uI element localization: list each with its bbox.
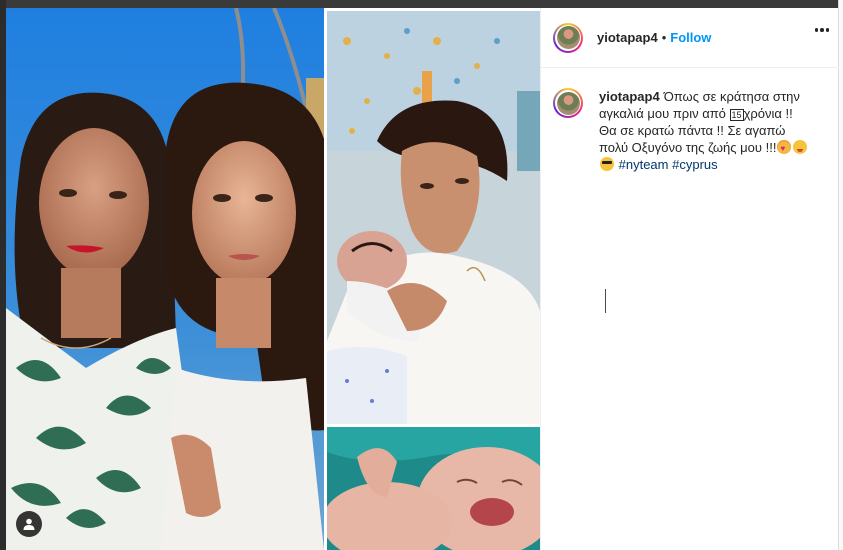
post-header: yiotapap4 • Follow bbox=[541, 8, 839, 68]
caption-number: 15 bbox=[729, 109, 744, 121]
caption-line-2b: χρόνια !! bbox=[743, 106, 793, 121]
hashtag-cyprus[interactable]: #cyprus bbox=[672, 157, 718, 172]
photo-mother-daughter bbox=[6, 8, 324, 550]
post-sidebar: yiotapap4 • Follow yiotapap4 Όπως σε κράτ… bbox=[540, 8, 839, 550]
header-username[interactable]: yiotapap4 bbox=[597, 30, 658, 45]
caption-line-1: Όπως σε κράτησα στην bbox=[663, 89, 800, 104]
post-caption: yiotapap4 Όπως σε κράτησα στην αγκαλιά μο… bbox=[553, 88, 829, 173]
caption-text: yiotapap4 Όπως σε κράτησα στην αγκαλιά μο… bbox=[599, 88, 829, 173]
caption-username[interactable]: yiotapap4 bbox=[599, 89, 660, 104]
heart-eyes-emoji-icon bbox=[777, 140, 792, 157]
photo-nurse-newborn bbox=[327, 11, 540, 424]
winking-tongue-emoji-icon bbox=[793, 140, 808, 154]
user-tag-button[interactable] bbox=[16, 511, 42, 537]
separator-dot: • bbox=[661, 30, 667, 45]
more-options-icon[interactable] bbox=[814, 28, 829, 32]
sunglasses-emoji-icon bbox=[600, 157, 614, 171]
text-cursor bbox=[605, 289, 606, 313]
caption-avatar[interactable] bbox=[553, 88, 583, 118]
post-media[interactable] bbox=[6, 8, 540, 550]
window-top-bar bbox=[0, 0, 843, 8]
user-tag-icon bbox=[23, 518, 35, 530]
window-right-scrollbar[interactable] bbox=[838, 0, 843, 550]
photo-crying-newborn bbox=[327, 427, 540, 550]
avatar[interactable] bbox=[553, 22, 583, 53]
caption-line-4: πολύ Οξυγόνο της ζωής μου !!! bbox=[599, 140, 777, 155]
caption-line-2a: αγκαλιά μου πριν από bbox=[599, 106, 726, 121]
caption-line-3: Θα σε κρατώ πάντα !! Σε αγαπώ bbox=[599, 123, 786, 138]
hashtag-nyteam[interactable]: #nyteam bbox=[619, 157, 669, 172]
follow-button[interactable]: Follow bbox=[670, 30, 711, 45]
